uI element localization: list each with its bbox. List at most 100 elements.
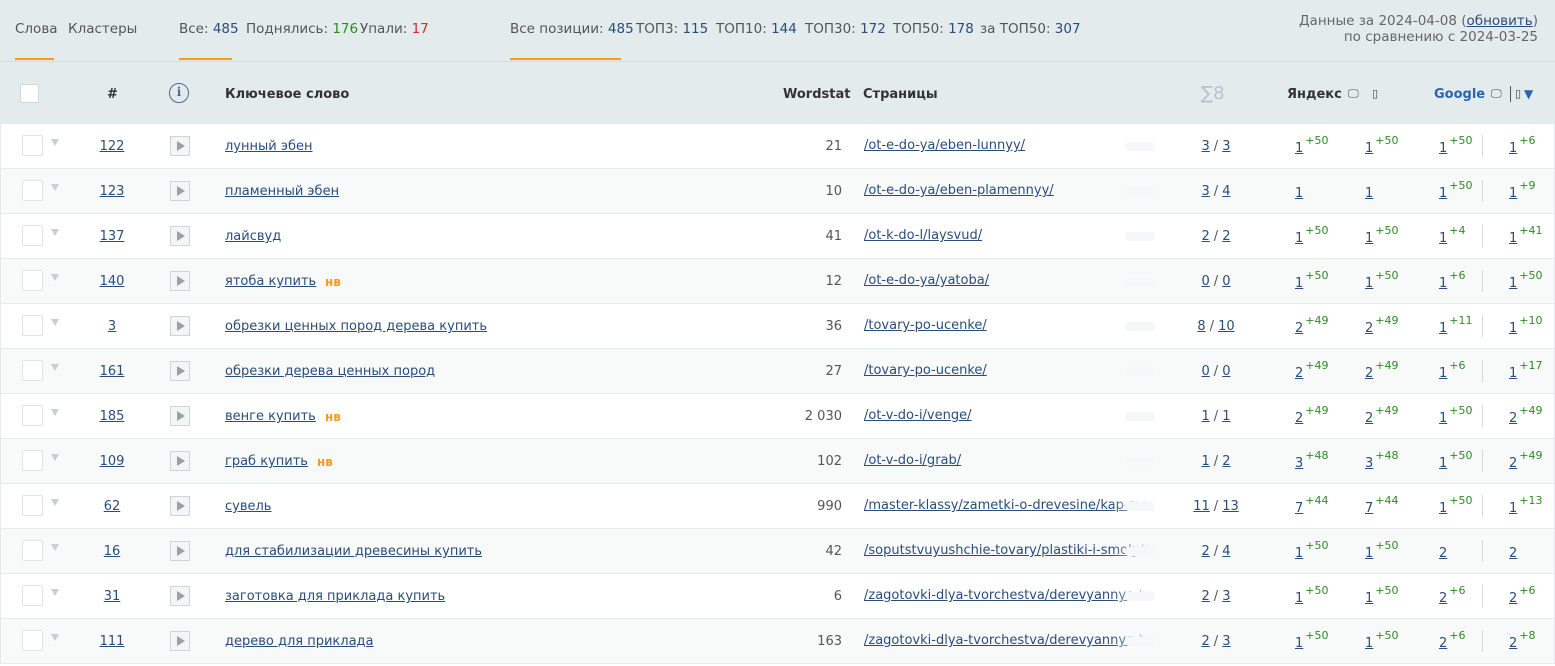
filter-all-positions[interactable]: Все позиции: 485 xyxy=(510,21,634,37)
google-mobile-position[interactable]: 2+49 xyxy=(1509,449,1543,471)
filter-top50[interactable]: ТОП50: 178 xyxy=(893,21,974,37)
yandex-mobile-position[interactable]: 1+50 xyxy=(1365,269,1399,291)
google-desktop-position[interactable]: 1+11 xyxy=(1439,314,1473,336)
count-total-link[interactable]: 3 xyxy=(1222,139,1230,154)
keyword-link[interactable]: лунный эбен xyxy=(225,139,313,154)
google-desktop-position[interactable]: 2+6 xyxy=(1439,584,1466,606)
play-icon[interactable] xyxy=(170,361,190,381)
count-found-link[interactable]: 2 xyxy=(1202,229,1210,244)
expand-caret-icon[interactable] xyxy=(51,589,59,596)
count-found-link[interactable]: 2 xyxy=(1202,589,1210,604)
yandex-desktop-position[interactable]: 2+49 xyxy=(1295,314,1329,336)
page-link[interactable]: /ot-e-do-ya/eben-lunnyy/ xyxy=(864,138,1154,153)
count-total-link[interactable]: 2 xyxy=(1222,454,1230,469)
count-total-link[interactable]: 0 xyxy=(1222,364,1230,379)
google-mobile-position[interactable]: 1+13 xyxy=(1509,494,1543,516)
filter-top3[interactable]: ТОП3: 115 xyxy=(636,21,708,37)
play-icon[interactable] xyxy=(170,586,190,606)
keyword-link[interactable]: дерево для приклада xyxy=(225,634,374,649)
page-link[interactable]: /master-klassy/zametki-o-drevesine/kap-s… xyxy=(864,498,1154,513)
yandex-mobile-position[interactable]: 3+48 xyxy=(1365,449,1399,471)
row-number-link[interactable]: 62 xyxy=(83,499,141,514)
yandex-mobile-position[interactable]: 1 xyxy=(1365,179,1375,201)
row-checkbox[interactable] xyxy=(22,585,43,606)
google-mobile-position[interactable]: 1+10 xyxy=(1509,314,1543,336)
col-wordstat-header[interactable]: Wordstat xyxy=(783,87,850,102)
page-link[interactable]: /ot-k-do-l/laysvud/ xyxy=(864,228,1154,243)
count-found-link[interactable]: 1 xyxy=(1202,409,1210,424)
page-link[interactable]: /soputstvuyushchie-tovary/plastiki-i-smo… xyxy=(864,543,1154,558)
yandex-mobile-position[interactable]: 1+50 xyxy=(1365,584,1399,606)
keyword-link[interactable]: заготовка для приклада купить xyxy=(225,589,445,604)
filter-top10[interactable]: ТОП10: 144 xyxy=(716,21,797,37)
count-total-link[interactable]: 0 xyxy=(1222,274,1230,289)
count-found-link[interactable]: 0 xyxy=(1202,274,1210,289)
row-checkbox[interactable] xyxy=(22,540,43,561)
row-number-link[interactable]: 137 xyxy=(83,229,141,244)
expand-caret-icon[interactable] xyxy=(51,139,59,146)
row-number-link[interactable]: 3 xyxy=(83,319,141,334)
row-checkbox[interactable] xyxy=(22,135,43,156)
play-icon[interactable] xyxy=(170,451,190,471)
info-icon[interactable]: i xyxy=(169,83,189,103)
yandex-mobile-position[interactable]: 1+50 xyxy=(1365,224,1399,246)
google-mobile-position[interactable]: 2+49 xyxy=(1509,404,1543,426)
yandex-desktop-position[interactable]: 3+48 xyxy=(1295,449,1329,471)
google-mobile-position[interactable]: 2+6 xyxy=(1509,584,1536,606)
expand-caret-icon[interactable] xyxy=(51,544,59,551)
google-mobile-position[interactable]: 1+17 xyxy=(1509,359,1543,381)
count-found-link[interactable]: 3 xyxy=(1202,139,1210,154)
yandex-desktop-position[interactable]: 2+49 xyxy=(1295,359,1329,381)
yandex-desktop-position[interactable]: 1 xyxy=(1295,179,1305,201)
google-desktop-position[interactable]: 1+6 xyxy=(1439,359,1466,381)
google-desktop-position[interactable]: 1+6 xyxy=(1439,269,1466,291)
google-desktop-position[interactable]: 2+6 xyxy=(1439,629,1466,651)
col-google-header[interactable]: Google xyxy=(1434,87,1485,102)
count-total-link[interactable]: 3 xyxy=(1222,634,1230,649)
count-found-link[interactable]: 11 xyxy=(1193,499,1210,514)
sigma-sum-icon[interactable]: ∑8 xyxy=(1201,83,1225,104)
count-found-link[interactable]: 8 xyxy=(1197,319,1205,334)
play-icon[interactable] xyxy=(170,271,190,291)
row-number-link[interactable]: 161 xyxy=(83,364,141,379)
count-found-link[interactable]: 1 xyxy=(1202,454,1210,469)
expand-caret-icon[interactable] xyxy=(51,229,59,236)
yandex-desktop-position[interactable]: 7+44 xyxy=(1295,494,1329,516)
yandex-mobile-position[interactable]: 7+44 xyxy=(1365,494,1399,516)
row-checkbox[interactable] xyxy=(22,630,43,651)
play-icon[interactable] xyxy=(170,136,190,156)
count-total-link[interactable]: 1 xyxy=(1222,409,1230,424)
count-total-link[interactable]: 10 xyxy=(1218,319,1235,334)
keyword-link[interactable]: пламенный эбен xyxy=(225,184,339,199)
play-icon[interactable] xyxy=(170,226,190,246)
play-icon[interactable] xyxy=(170,541,190,561)
page-link[interactable]: /tovary-po-ucenke/ xyxy=(864,363,1154,378)
row-number-link[interactable]: 140 xyxy=(83,274,141,289)
yandex-desktop-position[interactable]: 1+50 xyxy=(1295,224,1329,246)
play-icon[interactable] xyxy=(170,406,190,426)
google-mobile-position[interactable]: 2+8 xyxy=(1509,629,1536,651)
keyword-link[interactable]: лайсвуд xyxy=(225,229,281,244)
filter-top30[interactable]: ТОП30: 172 xyxy=(805,21,886,37)
google-mobile-position[interactable]: 1+50 xyxy=(1509,269,1543,291)
play-icon[interactable] xyxy=(170,316,190,336)
expand-caret-icon[interactable] xyxy=(51,454,59,461)
page-link[interactable]: /zagotovki-dlya-tvorchestva/derevyannye-… xyxy=(864,633,1154,648)
google-desktop-position[interactable]: 1+50 xyxy=(1439,404,1473,426)
expand-caret-icon[interactable] xyxy=(51,274,59,281)
yandex-desktop-position[interactable]: 1+50 xyxy=(1295,629,1329,651)
row-number-link[interactable]: 111 xyxy=(83,634,141,649)
row-checkbox[interactable] xyxy=(22,405,43,426)
google-mobile-position[interactable]: 2 xyxy=(1509,539,1519,561)
filter-all[interactable]: Все: 485 xyxy=(179,21,239,37)
row-number-link[interactable]: 123 xyxy=(83,184,141,199)
google-desktop-position[interactable]: 2 xyxy=(1439,539,1449,561)
row-number-link[interactable]: 31 xyxy=(83,589,141,604)
google-desktop-position[interactable]: 1+4 xyxy=(1439,224,1466,246)
google-mobile-position[interactable]: 1+9 xyxy=(1509,179,1536,201)
keyword-link[interactable]: граб купить xyxy=(225,454,308,469)
yandex-desktop-position[interactable]: 1+50 xyxy=(1295,134,1329,156)
keyword-link[interactable]: обрезки ценных пород дерева купить xyxy=(225,319,487,334)
expand-caret-icon[interactable] xyxy=(51,364,59,371)
expand-caret-icon[interactable] xyxy=(51,634,59,641)
